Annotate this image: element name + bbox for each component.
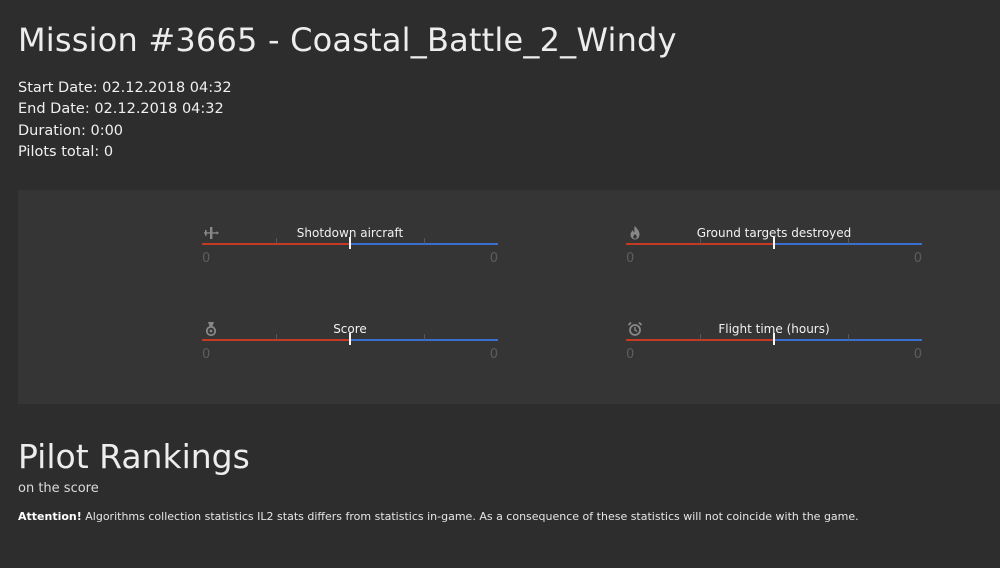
team-balance-bar [626,333,922,345]
rankings-subtitle: on the score [18,481,99,496]
stat-score: Score 0 0 [202,320,498,376]
bar-tick [700,334,701,340]
red-team-value: 0 [626,347,635,362]
blue-team-value: 0 [913,347,922,362]
mission-meta: Start Date: 02.12.2018 04:32 End Date: 0… [18,78,232,163]
rankings-title: Pilot Rankings [18,437,250,476]
blue-team-value: 0 [913,251,922,266]
balance-marker [773,333,775,345]
bar-tick [848,238,849,244]
team-balance-bar [202,333,498,345]
end-date: End Date: 02.12.2018 04:32 [18,101,224,118]
page-title: Mission #3665 - Coastal_Battle_2_Windy [18,21,677,59]
duration: Duration: 0:00 [18,122,124,139]
bar-tick [276,334,277,340]
pilots-total: Pilots total: 0 [18,143,114,160]
red-team-value: 0 [202,251,211,266]
mission-page: Mission #3665 - Coastal_Battle_2_Windy S… [0,0,1000,568]
balance-marker [349,333,351,345]
red-team-value: 0 [202,347,211,362]
attention-text: Algorithms collection statistics IL2 sta… [81,510,859,523]
start-date: Start Date: 02.12.2018 04:32 [18,80,232,96]
attention-label: Attention! [18,510,82,523]
attention-notice: Attention! Algorithms collection statist… [18,510,859,523]
bar-tick [276,238,277,244]
balance-marker [349,237,351,249]
bar-tick [700,238,701,244]
blue-team-value: 0 [489,347,498,362]
red-team-value: 0 [626,251,635,266]
team-balance-bar [202,237,498,249]
bar-tick [424,334,425,340]
stats-panel: Shotdown aircraft 0 0 Ground targets des… [18,190,1000,404]
stat-shotdown-aircraft: Shotdown aircraft 0 0 [202,224,498,280]
bar-tick [424,238,425,244]
balance-marker [773,237,775,249]
stat-ground-targets: Ground targets destroyed 0 0 [626,224,922,280]
bar-tick [848,334,849,340]
blue-team-value: 0 [489,251,498,266]
stat-flight-time: Flight time (hours) 0 0 [626,320,922,376]
team-balance-bar [626,237,922,249]
